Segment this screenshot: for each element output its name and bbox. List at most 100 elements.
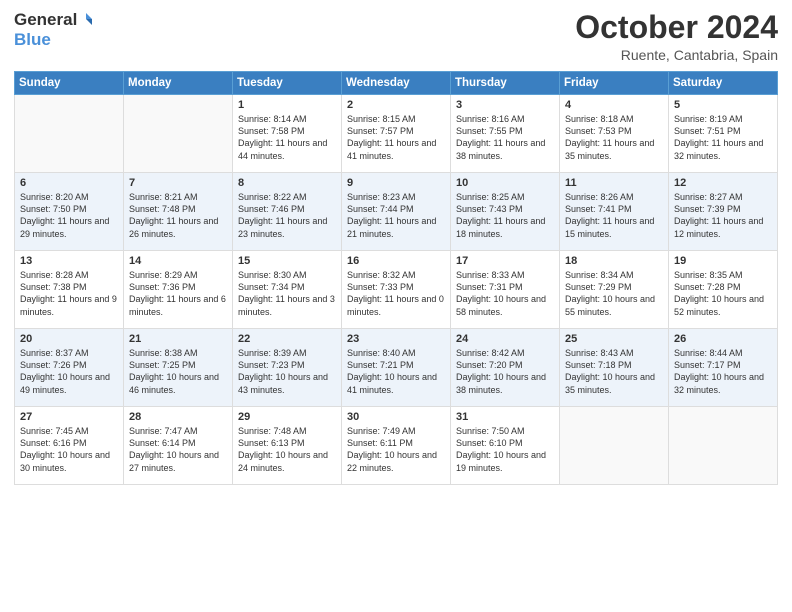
cell-content: Sunrise: 7:49 AMSunset: 6:11 PMDaylight:… (347, 425, 445, 474)
cell-content: Sunrise: 8:18 AMSunset: 7:53 PMDaylight:… (565, 113, 663, 162)
table-row: 3 Sunrise: 8:16 AMSunset: 7:55 PMDaylight… (451, 95, 560, 173)
day-number: 31 (456, 411, 554, 423)
col-wednesday: Wednesday (342, 72, 451, 95)
cell-content: Sunrise: 8:26 AMSunset: 7:41 PMDaylight:… (565, 191, 663, 240)
title-block: October 2024 Ruente, Cantabria, Spain (575, 10, 778, 63)
col-thursday: Thursday (451, 72, 560, 95)
cell-content: Sunrise: 8:44 AMSunset: 7:17 PMDaylight:… (674, 347, 772, 396)
day-number: 1 (238, 99, 336, 111)
table-row: 10 Sunrise: 8:25 AMSunset: 7:43 PMDayligh… (451, 173, 560, 251)
month-title: October 2024 (575, 10, 778, 45)
day-number: 3 (456, 99, 554, 111)
cell-content: Sunrise: 8:43 AMSunset: 7:18 PMDaylight:… (565, 347, 663, 396)
day-number: 25 (565, 333, 663, 345)
table-row: 21 Sunrise: 8:38 AMSunset: 7:25 PMDayligh… (124, 329, 233, 407)
location: Ruente, Cantabria, Spain (575, 47, 778, 63)
cell-content: Sunrise: 8:34 AMSunset: 7:29 PMDaylight:… (565, 269, 663, 318)
table-row: 9 Sunrise: 8:23 AMSunset: 7:44 PMDaylight… (342, 173, 451, 251)
day-number: 4 (565, 99, 663, 111)
table-row: 26 Sunrise: 8:44 AMSunset: 7:17 PMDayligh… (669, 329, 778, 407)
table-row (15, 95, 124, 173)
day-number: 10 (456, 177, 554, 189)
cell-content: Sunrise: 8:33 AMSunset: 7:31 PMDaylight:… (456, 269, 554, 318)
table-row: 1 Sunrise: 8:14 AMSunset: 7:58 PMDaylight… (233, 95, 342, 173)
table-row: 24 Sunrise: 8:42 AMSunset: 7:20 PMDayligh… (451, 329, 560, 407)
day-number: 18 (565, 255, 663, 267)
cell-content: Sunrise: 8:39 AMSunset: 7:23 PMDaylight:… (238, 347, 336, 396)
cell-content: Sunrise: 8:32 AMSunset: 7:33 PMDaylight:… (347, 269, 445, 318)
cell-content: Sunrise: 8:38 AMSunset: 7:25 PMDaylight:… (129, 347, 227, 396)
table-row: 29 Sunrise: 7:48 AMSunset: 6:13 PMDayligh… (233, 407, 342, 485)
logo: General Blue (14, 10, 94, 50)
day-number: 5 (674, 99, 772, 111)
cell-content: Sunrise: 8:25 AMSunset: 7:43 PMDaylight:… (456, 191, 554, 240)
day-number: 14 (129, 255, 227, 267)
calendar-week-row: 6Sunrise: 8:20 AMSunset: 7:50 PMDaylight… (15, 173, 778, 251)
cell-content: Sunrise: 8:30 AMSunset: 7:34 PMDaylight:… (238, 269, 336, 318)
cell-content: Sunrise: 8:15 AMSunset: 7:57 PMDaylight:… (347, 113, 445, 162)
table-row (669, 407, 778, 485)
day-number: 24 (456, 333, 554, 345)
cell-content: Sunrise: 8:40 AMSunset: 7:21 PMDaylight:… (347, 347, 445, 396)
table-row (124, 95, 233, 173)
table-row: 15 Sunrise: 8:30 AMSunset: 7:34 PMDayligh… (233, 251, 342, 329)
day-number: 11 (565, 177, 663, 189)
logo-blue: Blue (14, 30, 51, 49)
cell-content: Sunrise: 7:50 AMSunset: 6:10 PMDaylight:… (456, 425, 554, 474)
cell-content: Sunrise: 8:22 AMSunset: 7:46 PMDaylight:… (238, 191, 336, 240)
day-number: 21 (129, 333, 227, 345)
header: General Blue October 2024 Ruente, Cantab… (14, 10, 778, 63)
day-number: 19 (674, 255, 772, 267)
cell-content: Sunrise: 7:45 AMSunset: 6:16 PMDaylight:… (20, 425, 118, 474)
day-number: 26 (674, 333, 772, 345)
col-monday: Monday (124, 72, 233, 95)
table-row: 12 Sunrise: 8:27 AMSunset: 7:39 PMDayligh… (669, 173, 778, 251)
table-row: 4 Sunrise: 8:18 AMSunset: 7:53 PMDaylight… (560, 95, 669, 173)
table-row: 18 Sunrise: 8:34 AMSunset: 7:29 PMDayligh… (560, 251, 669, 329)
table-row: 30 Sunrise: 7:49 AMSunset: 6:11 PMDayligh… (342, 407, 451, 485)
cell-content: Sunrise: 7:48 AMSunset: 6:13 PMDaylight:… (238, 425, 336, 474)
page: General Blue October 2024 Ruente, Cantab… (0, 0, 792, 612)
calendar: Sunday Monday Tuesday Wednesday Thursday… (14, 71, 778, 485)
day-number: 23 (347, 333, 445, 345)
table-row: 2Sunrise: 8:15 AMSunset: 7:57 PMDaylight… (342, 95, 451, 173)
cell-content: Sunrise: 8:19 AMSunset: 7:51 PMDaylight:… (674, 113, 772, 162)
cell-content: Sunrise: 7:47 AMSunset: 6:14 PMDaylight:… (129, 425, 227, 474)
cell-content: Sunrise: 8:14 AMSunset: 7:58 PMDaylight:… (238, 113, 336, 162)
day-number: 9 (347, 177, 445, 189)
table-row: 7 Sunrise: 8:21 AMSunset: 7:48 PMDaylight… (124, 173, 233, 251)
col-friday: Friday (560, 72, 669, 95)
table-row: 6Sunrise: 8:20 AMSunset: 7:50 PMDaylight… (15, 173, 124, 251)
table-row: 19 Sunrise: 8:35 AMSunset: 7:28 PMDayligh… (669, 251, 778, 329)
col-sunday: Sunday (15, 72, 124, 95)
calendar-week-row: 20Sunrise: 8:37 AMSunset: 7:26 PMDayligh… (15, 329, 778, 407)
cell-content: Sunrise: 8:35 AMSunset: 7:28 PMDaylight:… (674, 269, 772, 318)
calendar-week-row: 13Sunrise: 8:28 AMSunset: 7:38 PMDayligh… (15, 251, 778, 329)
day-number: 8 (238, 177, 336, 189)
table-row: 5 Sunrise: 8:19 AMSunset: 7:51 PMDaylight… (669, 95, 778, 173)
calendar-header-row: Sunday Monday Tuesday Wednesday Thursday… (15, 72, 778, 95)
day-number: 16 (347, 255, 445, 267)
logo-icon (78, 11, 94, 27)
day-number: 17 (456, 255, 554, 267)
cell-content: Sunrise: 8:42 AMSunset: 7:20 PMDaylight:… (456, 347, 554, 396)
day-number: 12 (674, 177, 772, 189)
calendar-week-row: 1 Sunrise: 8:14 AMSunset: 7:58 PMDaylight… (15, 95, 778, 173)
table-row: 25 Sunrise: 8:43 AMSunset: 7:18 PMDayligh… (560, 329, 669, 407)
day-number: 6 (20, 177, 118, 189)
day-number: 7 (129, 177, 227, 189)
day-number: 27 (20, 411, 118, 423)
table-row: 28Sunrise: 7:47 AMSunset: 6:14 PMDayligh… (124, 407, 233, 485)
cell-content: Sunrise: 8:23 AMSunset: 7:44 PMDaylight:… (347, 191, 445, 240)
day-number: 15 (238, 255, 336, 267)
day-number: 30 (347, 411, 445, 423)
day-number: 29 (238, 411, 336, 423)
cell-content: Sunrise: 8:27 AMSunset: 7:39 PMDaylight:… (674, 191, 772, 240)
table-row (560, 407, 669, 485)
col-saturday: Saturday (669, 72, 778, 95)
table-row: 13Sunrise: 8:28 AMSunset: 7:38 PMDayligh… (15, 251, 124, 329)
table-row: 23 Sunrise: 8:40 AMSunset: 7:21 PMDayligh… (342, 329, 451, 407)
cell-content: Sunrise: 8:16 AMSunset: 7:55 PMDaylight:… (456, 113, 554, 162)
cell-content: Sunrise: 8:21 AMSunset: 7:48 PMDaylight:… (129, 191, 227, 240)
table-row: 14Sunrise: 8:29 AMSunset: 7:36 PMDayligh… (124, 251, 233, 329)
